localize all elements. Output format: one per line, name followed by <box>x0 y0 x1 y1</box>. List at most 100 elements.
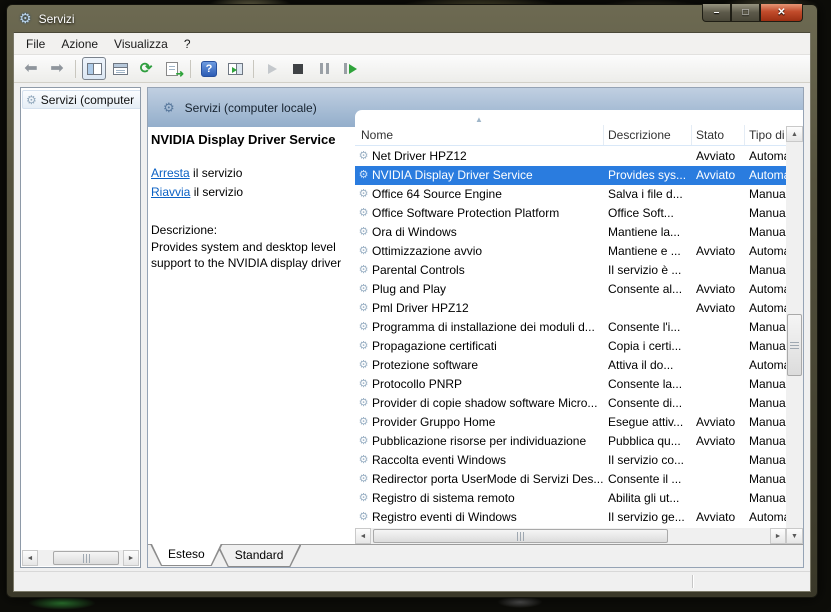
gear-icon: ⚙ <box>355 166 372 185</box>
forward-icon[interactable]: ➡ <box>45 57 69 80</box>
service-row[interactable]: ⚙Provider di copie shadow software Micro… <box>355 394 786 413</box>
scroll-right-icon[interactable]: ► <box>770 528 786 544</box>
status-bar <box>14 571 810 591</box>
service-status <box>692 451 745 470</box>
gear-icon: ⚙ <box>355 375 372 394</box>
description-label: Descrizione: <box>151 223 347 237</box>
scrollbar-track[interactable] <box>371 528 770 544</box>
service-row[interactable]: ⚙Pubblicazione risorse per individuazion… <box>355 432 786 451</box>
tree-horizontal-scrollbar[interactable]: ◄ ► <box>22 550 139 566</box>
service-row[interactable]: ⚙Pml Driver HPZ12AvviatoAutomatico <box>355 299 786 318</box>
service-description: Il servizio ge... <box>604 508 692 527</box>
list-horizontal-scrollbar[interactable]: ◄ ► <box>355 528 786 544</box>
service-startup-type: Automatico <box>745 166 786 185</box>
service-name: Parental Controls <box>372 261 604 280</box>
menu-item-file[interactable]: File <box>18 34 53 54</box>
tab-standard[interactable]: Standard <box>217 545 302 567</box>
back-icon[interactable]: ⬅ <box>19 57 43 80</box>
service-row[interactable]: ⚙Ora di WindowsMantiene la...Manuale <box>355 223 786 242</box>
service-row[interactable]: ⚙Propagazione certificatiCopia i certi..… <box>355 337 786 356</box>
service-description: Abilita gli ut... <box>604 489 692 508</box>
pause-service-icon[interactable] <box>312 57 336 80</box>
selected-service-title: NVIDIA Display Driver Service <box>151 132 347 147</box>
tab-esteso[interactable]: Esteso <box>150 544 223 566</box>
service-row[interactable]: ⚙Registro di sistema remotoAbilita gli u… <box>355 489 786 508</box>
scrollbar-thumb[interactable] <box>373 529 668 543</box>
service-description: Pubblica qu... <box>604 432 692 451</box>
service-description: Provides sys... <box>604 166 692 185</box>
properties-icon <box>113 63 128 75</box>
service-row[interactable]: ⚙Net Driver HPZ12AvviatoAutomatico <box>355 147 786 166</box>
close-button[interactable]: ✕ <box>760 4 803 22</box>
minimize-button[interactable]: – <box>702 4 731 22</box>
service-status: Avviato <box>692 508 745 527</box>
start-service-icon[interactable] <box>260 57 284 80</box>
export-list-icon[interactable] <box>160 57 184 80</box>
service-row[interactable]: ⚙Protocollo PNRPConsente la...Manuale <box>355 375 786 394</box>
service-row[interactable]: ⚙Plug and PlayConsente al...AvviatoAutom… <box>355 280 786 299</box>
scroll-down-icon[interactable]: ▼ <box>786 528 803 544</box>
thumb-grip <box>83 554 90 563</box>
refresh-icon[interactable]: ⟳ <box>134 57 158 80</box>
service-row[interactable]: ⚙Raccolta eventi WindowsIl servizio co..… <box>355 451 786 470</box>
service-name: Pubblicazione risorse per individuazione <box>372 432 604 451</box>
minimize-icon: – <box>714 7 720 18</box>
service-row[interactable]: ⚙Parental ControlsIl servizio è ...Manua… <box>355 261 786 280</box>
stop-service-link[interactable]: Arresta <box>151 166 190 180</box>
list-vertical-scrollbar[interactable]: ▲ ▼ <box>786 126 803 528</box>
gear-icon: ⚙ <box>355 394 372 413</box>
service-row[interactable]: ⚙Programma di installazione dei moduli d… <box>355 318 786 337</box>
toolbar: ⬅➡ ⟳? <box>14 55 810 83</box>
service-startup-type: Manuale <box>745 375 786 394</box>
service-row[interactable]: ⚙Provider Gruppo HomeEsegue attiv...Avvi… <box>355 413 786 432</box>
start-service-icon <box>268 64 277 74</box>
stop-service-icon <box>293 64 303 74</box>
service-name: Office 64 Source Engine <box>372 185 604 204</box>
gear-icon: ⚙ <box>355 147 372 166</box>
menu-item-[interactable]: ? <box>176 34 199 54</box>
properties-icon[interactable] <box>108 57 132 80</box>
maximize-button[interactable]: □ <box>731 4 760 22</box>
column-header-stato[interactable]: Stato <box>692 125 745 145</box>
scrollbar-thumb[interactable] <box>53 551 119 565</box>
service-name: NVIDIA Display Driver Service <box>372 166 604 185</box>
show-action-pane-icon[interactable] <box>223 57 247 80</box>
scrollbar-thumb[interactable] <box>787 314 802 376</box>
column-header-descrizione[interactable]: Descrizione <box>604 125 692 145</box>
service-description: Copia i certi... <box>604 337 692 356</box>
service-status <box>692 356 745 375</box>
title-bar[interactable]: ⚙ Servizi – □ ✕ <box>13 5 811 32</box>
gear-icon: ⚙ <box>355 299 372 318</box>
service-name: Registro eventi di Windows <box>372 508 604 527</box>
restart-service-link[interactable]: Riavvia <box>151 185 190 199</box>
scroll-right-icon[interactable]: ► <box>123 550 139 566</box>
scrollbar-track[interactable] <box>38 550 123 566</box>
tree-item-servizi[interactable]: ⚙ Servizi (computer <box>22 90 141 109</box>
show-console-tree-icon[interactable] <box>82 57 106 80</box>
service-row[interactable]: ⚙Office 64 Source EngineSalva i file d..… <box>355 185 786 204</box>
thumb-grip <box>517 532 524 541</box>
help-icon[interactable]: ? <box>197 57 221 80</box>
menu-item-visualizza[interactable]: Visualizza <box>106 34 176 54</box>
stop-service-icon[interactable] <box>286 57 310 80</box>
service-row[interactable]: ⚙Redirector porta UserMode di Servizi De… <box>355 470 786 489</box>
service-row[interactable]: ⚙Ottimizzazione avvioMantiene e ...Avvia… <box>355 242 786 261</box>
scroll-left-icon[interactable]: ◄ <box>355 528 371 544</box>
service-row[interactable]: ⚙Registro eventi di WindowsIl servizio g… <box>355 508 786 527</box>
scroll-up-icon[interactable]: ▲ <box>786 126 803 142</box>
service-startup-type: Manuale <box>745 394 786 413</box>
service-startup-type: Automatico <box>745 280 786 299</box>
service-description: Office Soft... <box>604 204 692 223</box>
service-row[interactable]: ⚙Protezione softwareAttiva il do...Autom… <box>355 356 786 375</box>
toolbar-separator <box>253 60 254 78</box>
resume-service-icon[interactable] <box>338 57 362 80</box>
service-status <box>692 394 745 413</box>
maximize-icon: □ <box>742 7 748 18</box>
column-header-nome[interactable]: Nome <box>355 125 604 145</box>
service-row[interactable]: ⚙NVIDIA Display Driver ServiceProvides s… <box>355 166 786 185</box>
menu-item-azione[interactable]: Azione <box>53 34 106 54</box>
scroll-left-icon[interactable]: ◄ <box>22 550 38 566</box>
service-description <box>604 299 692 318</box>
service-name: Net Driver HPZ12 <box>372 147 604 166</box>
service-row[interactable]: ⚙Office Software Protection PlatformOffi… <box>355 204 786 223</box>
